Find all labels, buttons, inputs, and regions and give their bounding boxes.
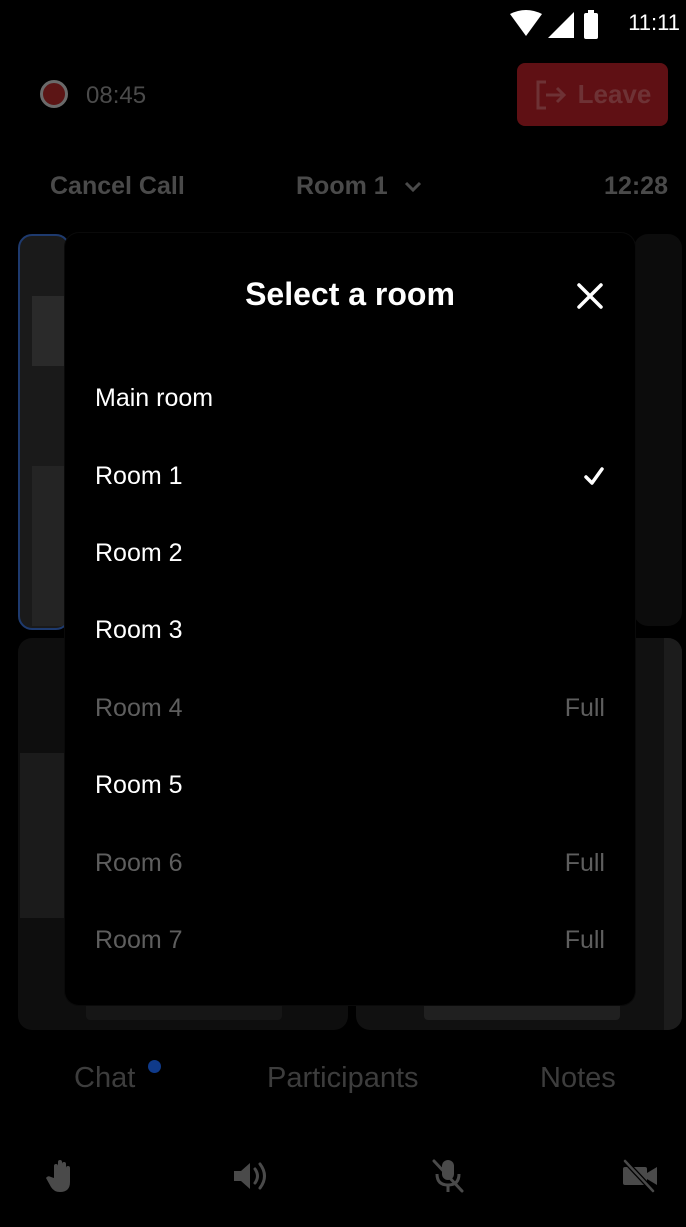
room-label: Room 2 xyxy=(95,538,183,567)
video-tile[interactable] xyxy=(18,234,70,630)
room-full-label: Full xyxy=(564,693,605,722)
room-option-3[interactable]: Room 3 xyxy=(95,600,605,660)
room-full-label: Full xyxy=(564,848,605,877)
hand-icon xyxy=(46,1160,70,1192)
raise-hand-button[interactable] xyxy=(42,1156,82,1196)
leave-button[interactable]: Leave xyxy=(517,63,668,126)
room-option-main[interactable]: Main room xyxy=(95,368,605,428)
speaker-icon xyxy=(234,1162,266,1190)
leave-label: Leave xyxy=(577,79,652,109)
call-timer: 12:28 xyxy=(604,172,668,200)
room-label: Room 3 xyxy=(95,615,183,644)
recording-time: 08:45 xyxy=(86,82,147,109)
microphone-button[interactable] xyxy=(428,1156,468,1196)
mic-off-icon xyxy=(432,1159,464,1193)
status-icons xyxy=(510,10,598,39)
wifi-icon xyxy=(510,10,542,36)
status-bar: 11:11 xyxy=(0,0,686,48)
room-option-7: Room 7 Full xyxy=(95,910,605,970)
video-tile[interactable] xyxy=(634,234,682,626)
room-label: Room 1 xyxy=(95,461,183,490)
close-icon[interactable] xyxy=(574,280,606,312)
current-room-label: Room 1 xyxy=(296,172,388,200)
room-option-1[interactable]: Room 1 xyxy=(95,446,605,506)
leave-icon xyxy=(536,80,566,109)
battery-icon xyxy=(584,13,598,39)
tab-participants[interactable]: Participants xyxy=(267,1062,419,1095)
recording-indicator-icon xyxy=(40,80,68,108)
unread-indicator xyxy=(148,1060,161,1073)
room-label: Room 5 xyxy=(95,770,183,799)
room-option-5[interactable]: Room 5 xyxy=(95,755,605,815)
room-label: Room 6 xyxy=(95,848,183,877)
speaker-button[interactable] xyxy=(230,1156,270,1196)
video-off-icon xyxy=(623,1159,657,1193)
room-label: Main room xyxy=(95,383,214,412)
dialog-title: Select a room xyxy=(245,276,455,312)
room-label: Room 4 xyxy=(95,693,183,722)
room-selector[interactable]: Room 1 xyxy=(296,172,422,201)
tab-chat[interactable]: Chat xyxy=(74,1062,135,1095)
room-label: Room 7 xyxy=(95,925,183,954)
cancel-call-button[interactable]: Cancel Call xyxy=(50,172,185,201)
signal-icon xyxy=(548,12,574,38)
tab-notes[interactable]: Notes xyxy=(540,1062,616,1095)
checkmark-icon xyxy=(584,467,604,485)
camera-button[interactable] xyxy=(620,1156,660,1196)
status-time: 11:11 xyxy=(628,10,680,35)
room-full-label: Full xyxy=(564,925,605,954)
room-option-4: Room 4 Full xyxy=(95,678,605,738)
chevron-down-icon xyxy=(404,181,421,192)
room-option-6: Room 6 Full xyxy=(95,833,605,893)
room-option-2[interactable]: Room 2 xyxy=(95,523,605,583)
